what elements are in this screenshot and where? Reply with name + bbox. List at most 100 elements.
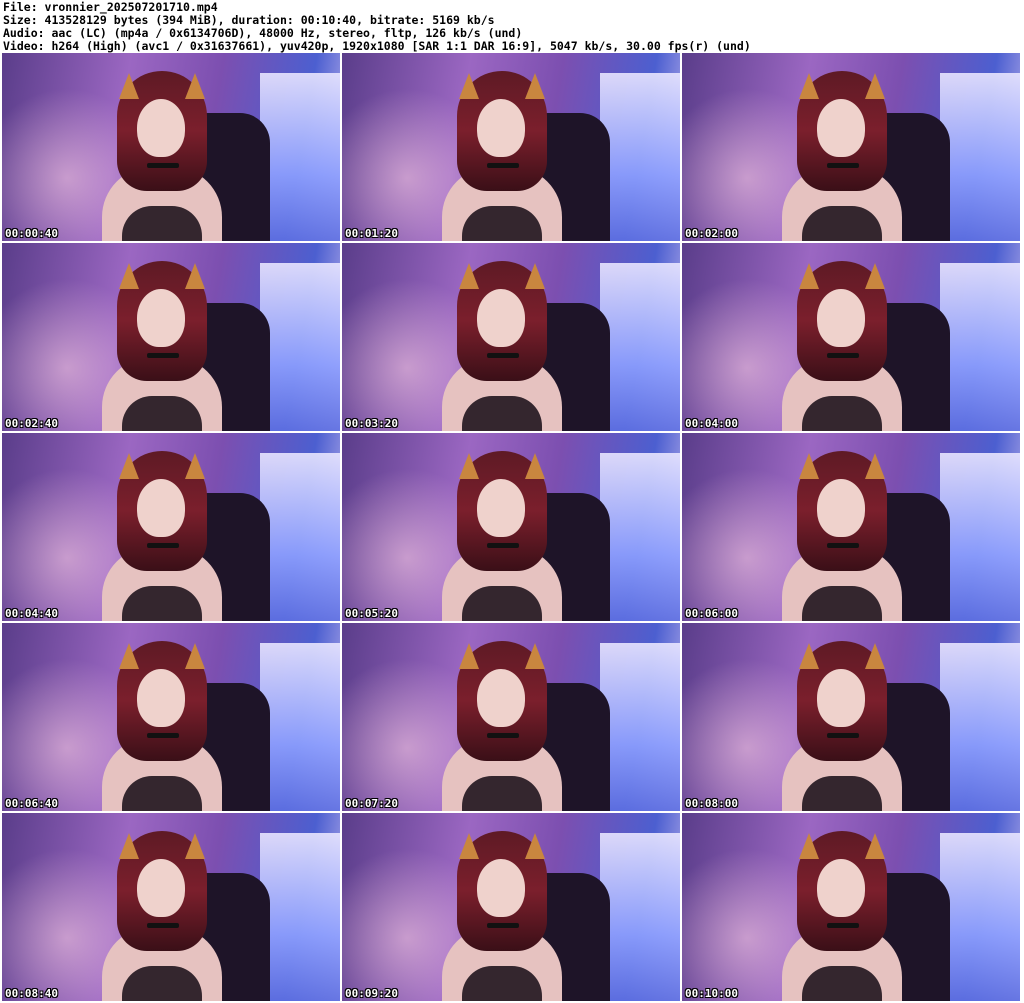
face bbox=[817, 289, 865, 347]
mesh-top bbox=[802, 206, 882, 241]
frame-timestamp: 00:05:20 bbox=[345, 607, 398, 620]
frame-timestamp: 00:04:40 bbox=[5, 607, 58, 620]
face bbox=[477, 859, 525, 917]
mesh-top bbox=[462, 206, 542, 241]
person-figure bbox=[777, 641, 907, 811]
face bbox=[817, 479, 865, 537]
lit-shelf bbox=[600, 73, 680, 241]
frame-timestamp: 00:02:00 bbox=[685, 227, 738, 240]
mesh-top bbox=[462, 966, 542, 1001]
person-figure bbox=[777, 71, 907, 241]
choker bbox=[827, 163, 859, 168]
choker bbox=[487, 543, 519, 548]
frame-timestamp: 00:09:20 bbox=[345, 987, 398, 1000]
person-figure bbox=[97, 831, 227, 1001]
frame-timestamp: 00:08:40 bbox=[5, 987, 58, 1000]
lit-shelf bbox=[260, 453, 340, 621]
video-frame-thumbnail: 00:00:40 bbox=[2, 53, 340, 241]
frame-timestamp: 00:06:00 bbox=[685, 607, 738, 620]
frame-timestamp: 00:01:20 bbox=[345, 227, 398, 240]
mesh-top bbox=[462, 776, 542, 811]
choker bbox=[147, 923, 179, 928]
frame-timestamp: 00:00:40 bbox=[5, 227, 58, 240]
face bbox=[137, 99, 185, 157]
video-frame-thumbnail: 00:04:40 bbox=[2, 433, 340, 621]
person-figure bbox=[437, 71, 567, 241]
face bbox=[477, 669, 525, 727]
frame-timestamp: 00:08:00 bbox=[685, 797, 738, 810]
person-figure bbox=[437, 831, 567, 1001]
mesh-top bbox=[462, 586, 542, 621]
video-frame-thumbnail: 00:09:20 bbox=[342, 813, 680, 1001]
choker bbox=[147, 353, 179, 358]
person-figure bbox=[97, 451, 227, 621]
person-figure bbox=[437, 641, 567, 811]
person-figure bbox=[97, 261, 227, 431]
mesh-top bbox=[122, 206, 202, 241]
mesh-top bbox=[122, 586, 202, 621]
choker bbox=[147, 733, 179, 738]
person-figure bbox=[437, 261, 567, 431]
video-frame-thumbnail: 00:01:20 bbox=[342, 53, 680, 241]
choker bbox=[147, 543, 179, 548]
frame-timestamp: 00:07:20 bbox=[345, 797, 398, 810]
face bbox=[137, 859, 185, 917]
lit-shelf bbox=[260, 263, 340, 431]
video-frame-thumbnail: 00:10:00 bbox=[682, 813, 1020, 1001]
choker bbox=[827, 923, 859, 928]
lit-shelf bbox=[940, 833, 1020, 1001]
mesh-top bbox=[802, 586, 882, 621]
person-figure bbox=[777, 831, 907, 1001]
frame-timestamp: 00:10:00 bbox=[685, 987, 738, 1000]
mesh-top bbox=[122, 966, 202, 1001]
frame-timestamp: 00:03:20 bbox=[345, 417, 398, 430]
video-frame-thumbnail: 00:08:00 bbox=[682, 623, 1020, 811]
frame-timestamp: 00:06:40 bbox=[5, 797, 58, 810]
video-frame-thumbnail: 00:02:00 bbox=[682, 53, 1020, 241]
face bbox=[137, 479, 185, 537]
mesh-top bbox=[802, 966, 882, 1001]
video-frame-thumbnail: 00:06:00 bbox=[682, 433, 1020, 621]
lit-shelf bbox=[260, 643, 340, 811]
lit-shelf bbox=[940, 73, 1020, 241]
video-frame-thumbnail: 00:08:40 bbox=[2, 813, 340, 1001]
mesh-top bbox=[802, 776, 882, 811]
lit-shelf bbox=[600, 643, 680, 811]
mesh-top bbox=[462, 396, 542, 431]
face bbox=[477, 99, 525, 157]
face bbox=[817, 99, 865, 157]
mesh-top bbox=[122, 776, 202, 811]
frame-timestamp: 00:02:40 bbox=[5, 417, 58, 430]
face bbox=[817, 669, 865, 727]
video-frame-thumbnail: 00:05:20 bbox=[342, 433, 680, 621]
choker bbox=[487, 353, 519, 358]
face bbox=[817, 859, 865, 917]
person-figure bbox=[97, 641, 227, 811]
lit-shelf bbox=[940, 453, 1020, 621]
face bbox=[477, 479, 525, 537]
thumbnail-grid: 00:00:40 00:01:20 00:02:00 00:02:40 00:03:20… bbox=[0, 53, 1024, 1003]
choker bbox=[487, 163, 519, 168]
lit-shelf bbox=[260, 833, 340, 1001]
mesh-top bbox=[122, 396, 202, 431]
video-frame-thumbnail: 00:03:20 bbox=[342, 243, 680, 431]
choker bbox=[487, 733, 519, 738]
file-info-header: File: vronnier_202507201710.mp4 Size: 41… bbox=[3, 1, 1021, 53]
face bbox=[137, 669, 185, 727]
choker bbox=[487, 923, 519, 928]
choker bbox=[827, 543, 859, 548]
lit-shelf bbox=[260, 73, 340, 241]
lit-shelf bbox=[940, 263, 1020, 431]
person-figure bbox=[777, 261, 907, 431]
lit-shelf bbox=[600, 833, 680, 1001]
choker bbox=[827, 733, 859, 738]
face bbox=[477, 289, 525, 347]
video-frame-thumbnail: 00:07:20 bbox=[342, 623, 680, 811]
person-figure bbox=[437, 451, 567, 621]
lit-shelf bbox=[600, 263, 680, 431]
person-figure bbox=[97, 71, 227, 241]
choker bbox=[827, 353, 859, 358]
video-frame-thumbnail: 00:02:40 bbox=[2, 243, 340, 431]
person-figure bbox=[777, 451, 907, 621]
choker bbox=[147, 163, 179, 168]
